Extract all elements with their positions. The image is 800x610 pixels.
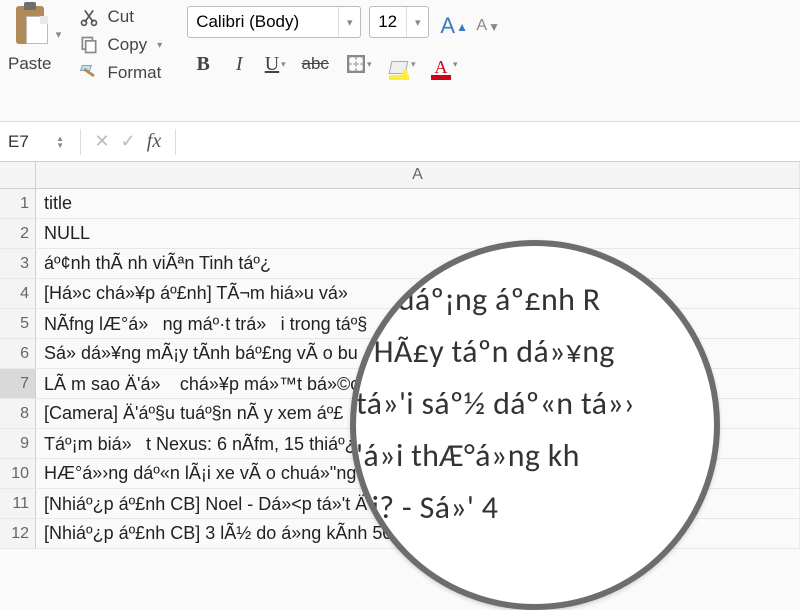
paste-label: Paste: [8, 54, 51, 74]
font-color-button[interactable]: A ▾: [425, 48, 463, 80]
row-header[interactable]: 3: [0, 249, 36, 278]
row-header[interactable]: 8: [0, 399, 36, 428]
scissors-icon: [79, 7, 99, 27]
row-header[interactable]: 4: [0, 279, 36, 308]
row-header[interactable]: 9: [0, 429, 36, 458]
cell-A2[interactable]: NULL: [36, 219, 800, 248]
fill-color-button[interactable]: ▾: [383, 48, 421, 80]
font-color-icon: A: [434, 60, 447, 74]
clipboard-group: Paste ▾ Cut Copy ▾ Format: [8, 6, 166, 84]
magnified-text: ai? - Sá»' 4: [350, 482, 720, 534]
copy-dropdown[interactable]: ▾: [157, 40, 162, 51]
shrink-font-button[interactable]: A▼: [471, 6, 505, 38]
cell-A1[interactable]: title: [36, 189, 800, 218]
confirm-edit-button[interactable]: ✓: [115, 131, 141, 152]
ribbon: Paste ▾ Cut Copy ▾ Format ▾: [0, 0, 800, 122]
font-name-combo[interactable]: ▾: [187, 6, 361, 38]
copy-label: Copy: [107, 35, 147, 55]
formula-input[interactable]: [184, 133, 800, 151]
font-color-dropdown[interactable]: ▾: [453, 59, 458, 70]
row-header[interactable]: 1: [0, 189, 36, 218]
clipboard-icon: [10, 6, 50, 52]
fill-color-dropdown[interactable]: ▾: [411, 59, 416, 70]
fx-button[interactable]: fx: [141, 130, 167, 153]
magnified-text: 'á» i thÆ°á» ng kh: [350, 430, 720, 482]
grow-font-button[interactable]: A▲: [437, 6, 471, 38]
font-color-swatch: [431, 75, 451, 80]
row-header[interactable]: 6: [0, 339, 36, 368]
cancel-edit-button[interactable]: ✕: [89, 131, 115, 152]
font-name-dropdown[interactable]: ▾: [338, 7, 360, 37]
copy-icon: [79, 35, 99, 55]
borders-button[interactable]: ▾: [339, 48, 379, 80]
row-header[interactable]: 7: [0, 369, 36, 398]
font-size-combo[interactable]: ▾: [369, 6, 429, 38]
strikethrough-button[interactable]: abc: [295, 48, 335, 80]
magnified-text: - HÃ£y táº­n dá»¥ng: [350, 326, 720, 378]
row-header[interactable]: 5: [0, 309, 36, 338]
table-row[interactable]: 2NULL: [0, 219, 800, 249]
column-header-A[interactable]: A: [36, 162, 800, 188]
row-header[interactable]: 10: [0, 459, 36, 488]
font-size-dropdown[interactable]: ▾: [406, 7, 428, 37]
italic-button[interactable]: I: [223, 48, 255, 80]
fill-swatch: [389, 75, 409, 80]
font-group: ▾ ▾ A▲ A▼ B I U▾ abc ▾: [187, 6, 505, 80]
font-name-input[interactable]: [188, 12, 338, 32]
magnifier-overlay: nh dáº¡ng áº£nh R- HÃ£y táº­n dá»¥ngtá»'…: [350, 240, 720, 610]
underline-button[interactable]: U▾: [259, 48, 291, 80]
paste-button[interactable]: Paste: [8, 6, 51, 74]
name-box-value: E7: [8, 132, 29, 152]
format-painter-button[interactable]: Format: [75, 62, 166, 84]
borders-icon: [347, 55, 365, 73]
magnified-text: nh dáº¡ng áº£nh R: [350, 274, 720, 326]
paste-dropdown[interactable]: ▾: [51, 6, 65, 41]
row-header[interactable]: 2: [0, 219, 36, 248]
underline-dropdown[interactable]: ▾: [281, 59, 286, 70]
name-box-down[interactable]: ▼: [56, 142, 64, 149]
bold-button[interactable]: B: [187, 48, 219, 80]
format-label: Format: [107, 63, 161, 83]
row-header[interactable]: 12: [0, 519, 36, 548]
paintbrush-icon: [79, 63, 99, 83]
column-headers: A: [0, 162, 800, 189]
font-size-input[interactable]: [370, 12, 406, 32]
cut-label: Cut: [107, 7, 133, 27]
table-row[interactable]: 1title: [0, 189, 800, 219]
borders-dropdown[interactable]: ▾: [367, 59, 372, 70]
copy-button[interactable]: Copy ▾: [75, 34, 166, 56]
formula-bar: E7 ▲ ▼ ✕ ✓ fx: [0, 122, 800, 162]
magnified-text: tá»'i sáº½ dáº«n tá»›: [350, 378, 720, 430]
bucket-icon: [389, 61, 409, 74]
cut-button[interactable]: Cut: [75, 6, 166, 28]
row-header[interactable]: 11: [0, 489, 36, 518]
select-all-corner[interactable]: [0, 162, 36, 188]
name-box[interactable]: E7 ▲ ▼: [0, 132, 72, 152]
